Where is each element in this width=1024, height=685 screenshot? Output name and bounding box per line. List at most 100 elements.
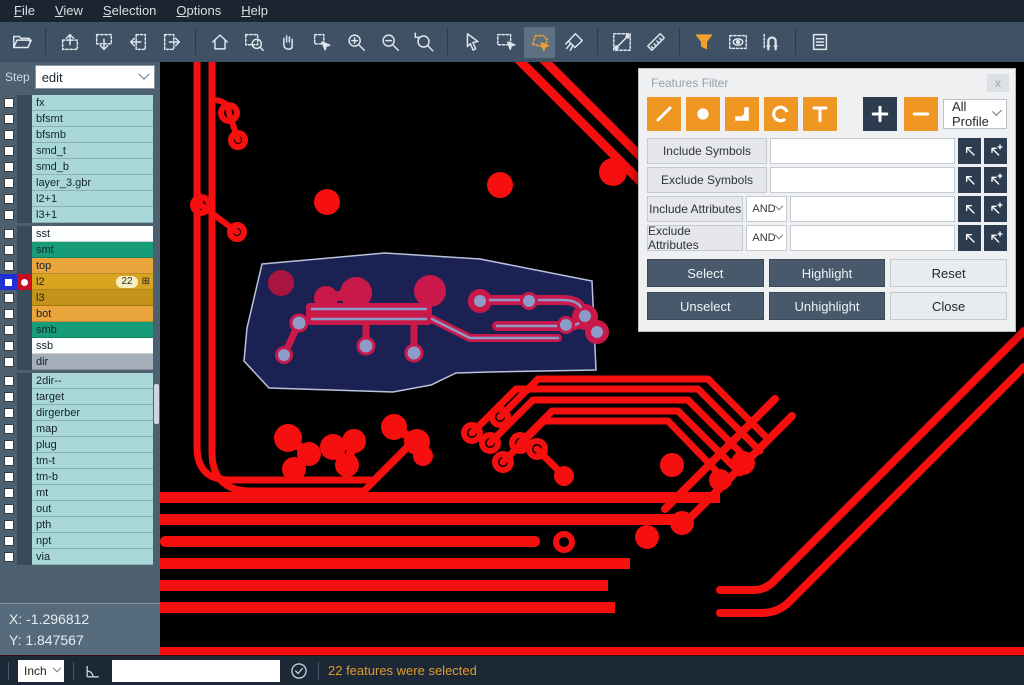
exclude-attributes-logic-dropdown[interactable]: AND — [746, 225, 787, 251]
menu-item-view[interactable]: View — [45, 0, 93, 22]
layer-active-indicator[interactable] — [17, 258, 32, 274]
pick-symbol-button[interactable] — [958, 167, 981, 193]
profile-dropdown[interactable]: All Profile — [943, 99, 1007, 129]
angle-measure-icon[interactable] — [83, 661, 103, 681]
menu-item-file[interactable]: File — [4, 0, 45, 22]
layer-row-sst[interactable]: sst — [0, 226, 160, 242]
layer-active-indicator[interactable] — [17, 421, 32, 437]
home-view-button[interactable] — [204, 27, 235, 58]
add-filter-button[interactable] — [863, 97, 897, 131]
layer-checkbox[interactable] — [0, 354, 17, 370]
layer-row-bot[interactable]: bot — [0, 306, 160, 322]
clear-selection-brush-button[interactable] — [558, 27, 589, 58]
layer-row-top[interactable]: top — [0, 258, 160, 274]
layer-checkbox[interactable] — [0, 469, 17, 485]
layer-checkbox[interactable] — [0, 501, 17, 517]
feature-info-button[interactable] — [804, 27, 835, 58]
layer-checkbox[interactable] — [0, 533, 17, 549]
layer-checkbox[interactable] — [0, 95, 17, 111]
surface-feature-button[interactable] — [725, 97, 759, 131]
pad-feature-button[interactable] — [686, 97, 720, 131]
pick-add-symbol-button[interactable] — [984, 167, 1007, 193]
include-attributes-input[interactable] — [790, 196, 955, 222]
layer-active-indicator[interactable] — [17, 290, 32, 306]
select-pointer-button[interactable] — [456, 27, 487, 58]
layer-active-indicator[interactable] — [17, 322, 32, 338]
layer-active-indicator[interactable] — [17, 469, 32, 485]
layer-row-smt[interactable]: smt — [0, 242, 160, 258]
open-folder-button[interactable] — [6, 27, 37, 58]
layer-row-fx[interactable]: fx — [0, 95, 160, 111]
layer-checkbox[interactable] — [0, 111, 17, 127]
highlight-button[interactable]: Highlight — [769, 259, 886, 287]
zoom-out-button[interactable] — [374, 27, 405, 58]
layer-active-indicator[interactable] — [17, 207, 32, 223]
exclude-symbols-button[interactable]: Exclude Symbols — [647, 167, 767, 193]
units-dropdown[interactable]: Inch — [18, 660, 64, 682]
layer-row-target[interactable]: target — [0, 389, 160, 405]
layer-active-indicator[interactable] — [17, 191, 32, 207]
layer-row-layer_3.gbr[interactable]: layer_3.gbr — [0, 175, 160, 191]
view-move-up-button[interactable] — [54, 27, 85, 58]
layer-checkbox[interactable] — [0, 453, 17, 469]
layer-row-map[interactable]: map — [0, 421, 160, 437]
layer-row-l3+1[interactable]: l3+1 — [0, 207, 160, 223]
layer-checkbox[interactable] — [0, 191, 17, 207]
layer-active-indicator[interactable] — [17, 306, 32, 322]
layer-active-indicator[interactable] — [17, 437, 32, 453]
layer-row-via[interactable]: via — [0, 549, 160, 565]
layer-row-npt[interactable]: npt — [0, 533, 160, 549]
layer-checkbox[interactable] — [0, 242, 17, 258]
layer-active-indicator[interactable] — [17, 501, 32, 517]
sync-check-icon[interactable] — [289, 661, 309, 681]
close-icon[interactable]: x — [987, 74, 1009, 92]
menu-item-options[interactable]: Options — [166, 0, 231, 22]
menu-item-help[interactable]: Help — [231, 0, 278, 22]
layer-active-indicator[interactable] — [17, 242, 32, 258]
layer-row-tm-t[interactable]: tm-t — [0, 453, 160, 469]
layer-active-indicator[interactable] — [17, 453, 32, 469]
layer-checkbox[interactable] — [0, 175, 17, 191]
select-button[interactable]: Select — [647, 259, 764, 287]
measure-distance-button[interactable] — [606, 27, 637, 58]
layer-checkbox[interactable] — [0, 207, 17, 223]
layer-checkbox[interactable] — [0, 159, 17, 175]
command-input[interactable] — [112, 660, 280, 682]
layer-active-indicator[interactable] — [17, 405, 32, 421]
layer-row-2dir--[interactable]: 2dir-- — [0, 373, 160, 389]
layer-checkbox[interactable] — [0, 290, 17, 306]
layer-checkbox[interactable] — [0, 549, 17, 565]
view-options-button[interactable] — [722, 27, 753, 58]
layer-row-ssb[interactable]: ssb — [0, 338, 160, 354]
pick-attribute-button[interactable] — [958, 196, 981, 222]
layer-checkbox[interactable] — [0, 274, 17, 290]
layer-active-indicator[interactable] — [17, 127, 32, 143]
pick-add-symbol-button[interactable] — [984, 138, 1007, 164]
layer-row-smd_b[interactable]: smd_b — [0, 159, 160, 175]
layer-active-indicator[interactable] — [17, 354, 32, 370]
layer-row-mt[interactable]: mt — [0, 485, 160, 501]
line-feature-button[interactable] — [647, 97, 681, 131]
layer-active-indicator[interactable] — [17, 143, 32, 159]
layer-checkbox[interactable] — [0, 127, 17, 143]
pick-symbol-button[interactable] — [958, 138, 981, 164]
layer-checkbox[interactable] — [0, 517, 17, 533]
include-symbols-input[interactable] — [770, 138, 955, 164]
layer-checkbox[interactable] — [0, 405, 17, 421]
pick-add-attribute-button[interactable] — [984, 196, 1007, 222]
include-symbols-button[interactable]: Include Symbols — [647, 138, 767, 164]
view-move-right-button[interactable] — [156, 27, 187, 58]
layer-row-plug[interactable]: plug — [0, 437, 160, 453]
layer-checkbox[interactable] — [0, 226, 17, 242]
arc-feature-button[interactable] — [764, 97, 798, 131]
select-polygon-button[interactable] — [524, 27, 555, 58]
layer-checkbox[interactable] — [0, 373, 17, 389]
layer-active-indicator[interactable] — [17, 533, 32, 549]
layer-active-indicator[interactable] — [17, 95, 32, 111]
dialog-title-bar[interactable]: Features Filter x — [639, 69, 1015, 94]
layer-checkbox[interactable] — [0, 322, 17, 338]
layer-checkbox[interactable] — [0, 258, 17, 274]
text-feature-button[interactable] — [803, 97, 837, 131]
layer-active-indicator[interactable] — [17, 159, 32, 175]
layer-row-l2+1[interactable]: l2+1 — [0, 191, 160, 207]
